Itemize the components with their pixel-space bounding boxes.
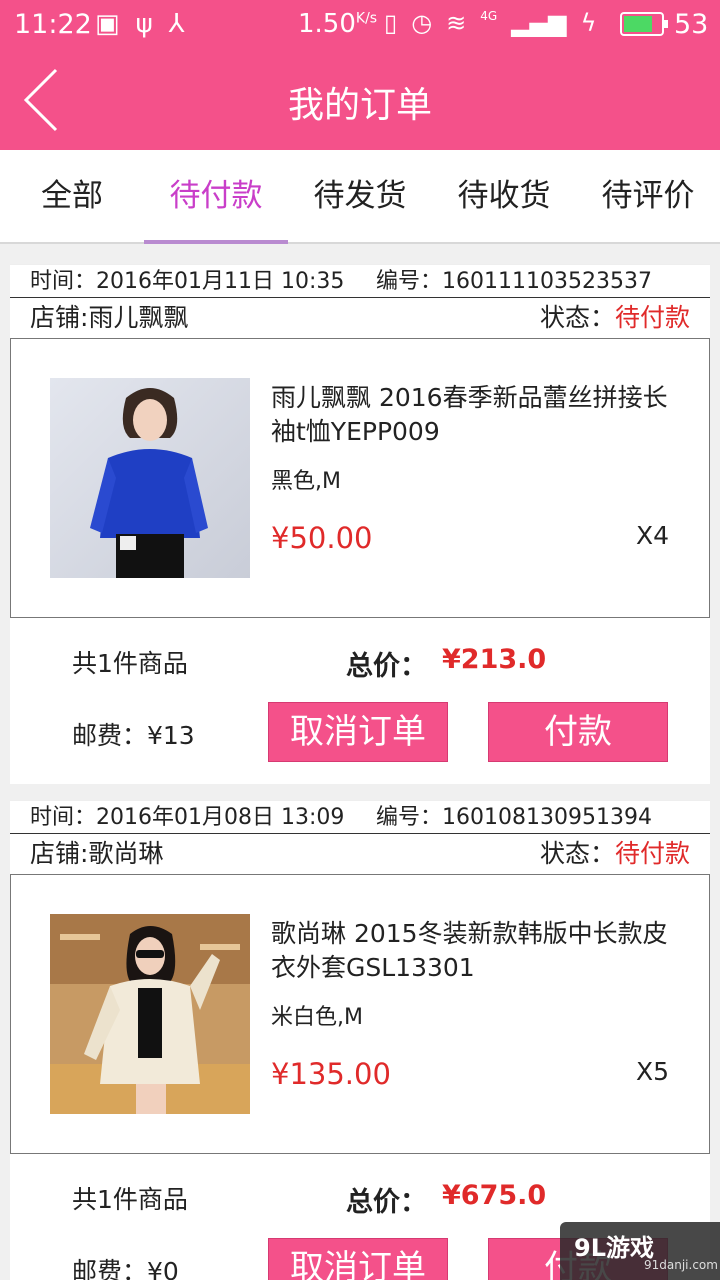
product-name: 歌尚琳 2015冬装新款韩版中长款皮衣外套GSL13301 — [271, 919, 668, 982]
order-meta: 时间：2016年01月11日 10:35 编号：160111103523537 — [10, 264, 710, 298]
product-quantity: X5 — [635, 1057, 669, 1086]
order-time: 2016年01月11日 10:35 — [96, 269, 345, 294]
status-icons-left: ▣ ψ ⅄ — [95, 9, 185, 39]
order-status: 状态：待付款 — [539, 303, 690, 332]
item-count: 共1件商品 — [72, 649, 188, 678]
order-number: 160111103523537 — [442, 269, 652, 294]
item-count: 共1件商品 — [72, 1185, 188, 1214]
order-meta: 时间：2016年01月08日 13:09 编号：160108130951394 — [10, 800, 710, 834]
share-icon: ⅄ — [168, 9, 185, 39]
product-variant: 黑色,M — [271, 469, 341, 494]
shipping-fee: 邮费：¥13 — [72, 721, 195, 750]
order-number-label: 编号： — [376, 269, 443, 294]
pay-button[interactable]: 付款 — [488, 702, 668, 762]
status-bar: 11:22 ▣ ψ ⅄ 1.50K/s ▯ ◷ ≋ 4G ▂▄▆ ϟ 53 — [0, 0, 720, 50]
shop-name[interactable]: 雨儿飘飘 — [88, 303, 188, 332]
shop-row: 店铺:歌尚琳 状态：待付款 — [10, 834, 710, 874]
tab-pending-payment[interactable]: 待付款 — [144, 150, 288, 244]
shop-row: 店铺:雨儿飘飘 状态：待付款 — [10, 298, 710, 338]
product-quantity: X4 — [635, 521, 669, 550]
cancel-order-button[interactable]: 取消订单 — [268, 702, 448, 762]
status-value: 待付款 — [614, 839, 690, 868]
shop-label: 店铺: — [30, 839, 89, 868]
order-card: 时间：2016年01月11日 10:35 编号：160111103523537 … — [10, 264, 710, 784]
shipping-fee: 邮费：¥0 — [72, 1257, 179, 1280]
order-tabs: 全部 待付款 待发货 待收货 待评价 — [0, 150, 720, 244]
vibrate-icon: ▯ — [384, 9, 398, 37]
watermark-text: 9L游戏 — [574, 1234, 654, 1262]
status-icons-right: ▯ ◷ ≋ 4G ▂▄▆ ϟ — [384, 9, 596, 37]
battery-icon — [620, 12, 668, 36]
product-price: ¥50.00 — [271, 521, 373, 555]
total-label: 总价： — [346, 1187, 427, 1218]
order-time-label: 时间： — [30, 269, 97, 294]
product-variant: 米白色,M — [271, 1005, 363, 1030]
watermark-logo: 9L游戏 91danji.com — [560, 1222, 720, 1280]
product-name: 雨儿飘飘 2016春季新品蕾丝拼接长袖t恤YEPP009 — [271, 383, 668, 446]
total-price: ¥675.0 — [442, 1180, 547, 1211]
watermark-url: 91danji.com — [644, 1258, 718, 1272]
alarm-icon: ◷ — [411, 9, 433, 37]
network-speed: 1.50K/s — [298, 9, 378, 39]
product-image — [50, 378, 250, 578]
tab-pending-review[interactable]: 待评价 — [576, 150, 720, 242]
total-price: ¥213.0 — [442, 644, 547, 675]
tab-pending-shipment[interactable]: 待发货 — [288, 150, 432, 242]
usb-icon: ψ — [135, 9, 153, 39]
tab-all[interactable]: 全部 — [0, 150, 144, 242]
wifi-icon: ≋ — [446, 9, 467, 37]
order-time-label: 时间： — [30, 805, 97, 830]
charging-icon: ϟ — [580, 9, 597, 37]
order-number: 160108130951394 — [442, 805, 652, 830]
shop-name[interactable]: 歌尚琳 — [88, 839, 163, 868]
signal-icon: ▂▄▆ — [511, 9, 567, 37]
product-price: ¥135.00 — [271, 1057, 391, 1091]
order-status: 状态：待付款 — [539, 839, 690, 868]
shop-label: 店铺: — [30, 303, 89, 332]
order-card: 时间：2016年01月08日 13:09 编号：160108130951394 … — [10, 800, 710, 1280]
product-item[interactable]: 歌尚琳 2015冬装新款韩版中长款皮衣外套GSL13301 米白色,M ¥135… — [10, 874, 710, 1154]
order-summary: 共1件商品 总价： ¥213.0 邮费：¥13 取消订单 付款 — [10, 618, 710, 784]
order-time: 2016年01月08日 13:09 — [96, 805, 345, 830]
cancel-order-button[interactable]: 取消订单 — [268, 1238, 448, 1280]
status-value: 待付款 — [614, 303, 690, 332]
page-title: 我的订单 — [287, 85, 432, 126]
signal-4g-label: 4G — [480, 9, 498, 23]
total-label: 总价： — [346, 651, 427, 682]
order-number-label: 编号： — [376, 805, 443, 830]
image-icon: ▣ — [95, 9, 120, 39]
tab-pending-receipt[interactable]: 待收货 — [432, 150, 576, 242]
product-item[interactable]: 雨儿飘飘 2016春季新品蕾丝拼接长袖t恤YEPP009 黑色,M ¥50.00… — [10, 338, 710, 618]
status-time: 11:22 — [14, 9, 92, 40]
battery-level: 53 — [674, 9, 709, 40]
product-image — [50, 914, 250, 1114]
app-header: 我的订单 — [0, 50, 720, 150]
